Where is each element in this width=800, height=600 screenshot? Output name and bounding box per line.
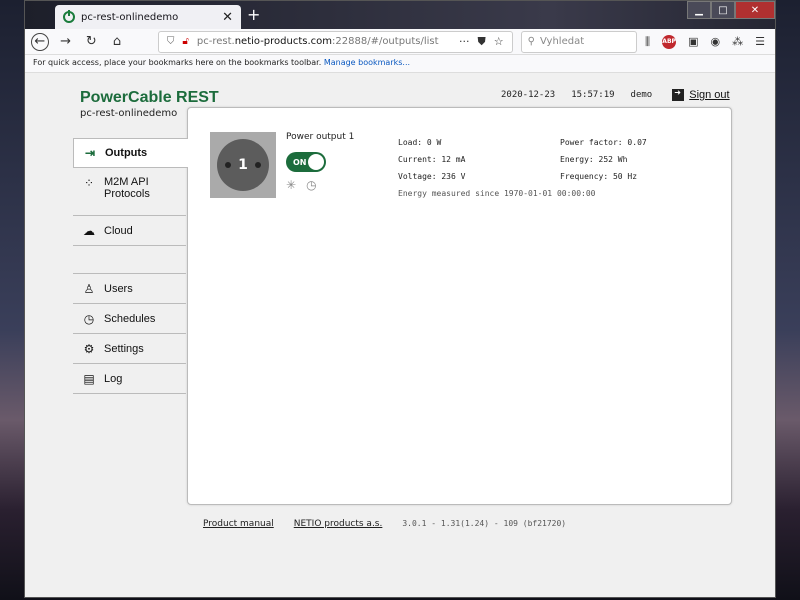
header-date: 2020-12-23 [501,90,556,100]
clock-icon: ◷ [83,311,95,326]
search-icon: ⚲ [527,36,535,47]
library-icon[interactable]: ⫼ [645,35,650,49]
timer-icon[interactable]: ◷ [306,178,316,192]
header-time: 15:57:19 [571,90,615,100]
browser-window: pc-rest-onlinedemo ✕ + ▁ □ ✕ ← → ↻ ⌂ ⛉ 🔓… [24,0,776,598]
output-name: Power output 1 [286,132,355,142]
socket-icon[interactable]: 1 [210,132,276,198]
sidebar: ⇥ Outputs ⁘ M2M API Protocols ☁︎ Cloud ♙… [73,138,188,394]
url-text[interactable]: pc-rest.netio-products.com:22888/#/outpu… [197,36,451,47]
insecure-lock-icon[interactable]: 🔓︎ [182,36,188,47]
new-tab-button[interactable]: + [247,5,260,24]
output-toggle[interactable]: ON [286,152,326,172]
url-bar[interactable]: ⛉ 🔓︎ pc-rest.netio-products.com:22888/#/… [157,30,513,53]
manage-bookmarks-link[interactable]: Manage bookmarks... [324,58,410,67]
sidebar-divider [73,246,186,274]
tab-title: pc-rest-onlinedemo [81,11,179,23]
sidebar-item-log[interactable]: ▤ Log [73,364,186,394]
search-bar[interactable]: ⚲ Vyhledat [520,30,638,53]
company-link[interactable]: NETIO products a.s. [294,519,383,529]
frequency-value: Frequency: 50 Hz [560,172,638,181]
cloud-icon: ☁︎ [83,223,95,238]
back-button[interactable]: ← [31,32,49,51]
sidebar-item-schedules[interactable]: ◷ Schedules [73,304,186,334]
sidebar-item-outputs[interactable]: ⇥ Outputs [73,138,188,168]
shield-icon[interactable]: ⛉ [167,36,175,47]
loading-icon[interactable]: ✳︎ [286,178,296,192]
arrow-right-icon: ⇥ [84,146,96,160]
energy-since: Energy measured since 1970-01-01 00:00:0… [398,189,596,198]
energy-value: Energy: 252 Wh [560,155,628,164]
brand-title: PowerCable REST [80,89,219,106]
sign-out-button[interactable]: Sign out [672,88,730,101]
outputs-panel: 1 Power output 1 ON ✳︎ ◷ Load: 0 W Power… [187,107,732,505]
output-metrics: Load: 0 W Power factor: 0.07 Current: 12… [398,138,647,198]
search-input[interactable]: Vyhledat [540,36,584,47]
bookmarks-toolbar: For quick access, place your bookmarks h… [25,55,775,73]
voltage-value: Voltage: 236 V [398,172,466,181]
socket-face: 1 [217,139,269,191]
container-icon[interactable]: ▣ [688,35,698,48]
nodes-icon: ⁘ [83,176,95,190]
product-manual-link[interactable]: Product manual [203,519,274,529]
close-window-button[interactable]: ✕ [735,1,775,19]
pocket-icon[interactable]: ⛊ [478,35,486,49]
extensions-icon[interactable]: ⁂ [732,35,743,48]
sidebar-item-settings[interactable]: ⚙ Settings [73,334,186,364]
output-number: 1 [238,157,248,173]
page-content: PowerCable REST pc-rest-onlinedemo 2020-… [25,73,775,597]
version-info: 3.0.1 - 1.31(1.24) - 109 (bf21720) [402,519,567,528]
sign-out-icon [672,88,685,101]
device-name: pc-rest-onlinedemo [80,108,178,119]
user-icon: ♙ [83,281,95,296]
home-button[interactable]: ⌂ [108,33,126,51]
sidebar-item-m2m-api[interactable]: ⁘ M2M API Protocols [73,168,186,216]
menu-icon[interactable]: ☰ [755,35,765,48]
gear-icon: ⚙ [83,341,95,356]
header-user: demo [630,90,653,100]
log-icon: ▤ [83,371,95,386]
reload-button[interactable]: ↻ [82,33,100,51]
browser-tab[interactable]: pc-rest-onlinedemo ✕ [55,5,241,29]
forward-button[interactable]: → [57,33,75,51]
account-icon[interactable]: ◉ [711,35,721,48]
sidebar-item-cloud[interactable]: ☁︎ Cloud [73,216,186,246]
nav-bar: ← → ↻ ⌂ ⛉ 🔓︎ pc-rest.netio-products.com:… [25,29,775,55]
footer: Product manual NETIO products a.s. 3.0.1… [203,519,566,529]
star-icon[interactable]: ☆ [494,35,504,49]
power-factor-value: Power factor: 0.07 [560,138,647,147]
page-actions-icon[interactable]: ··· [459,35,470,49]
adblock-icon[interactable]: ABP [662,34,677,49]
current-value: Current: 12 mA [398,155,466,164]
minimize-button[interactable]: ▁ [687,1,711,19]
load-value: Load: 0 W [398,138,442,147]
maximize-button[interactable]: □ [711,1,735,19]
title-bar: pc-rest-onlinedemo ✕ + ▁ □ ✕ [25,1,775,29]
sidebar-item-users[interactable]: ♙ Users [73,274,186,304]
window-controls: ▁ □ ✕ [687,1,775,19]
power-icon [63,10,75,23]
tab-close-icon[interactable]: ✕ [222,10,233,25]
